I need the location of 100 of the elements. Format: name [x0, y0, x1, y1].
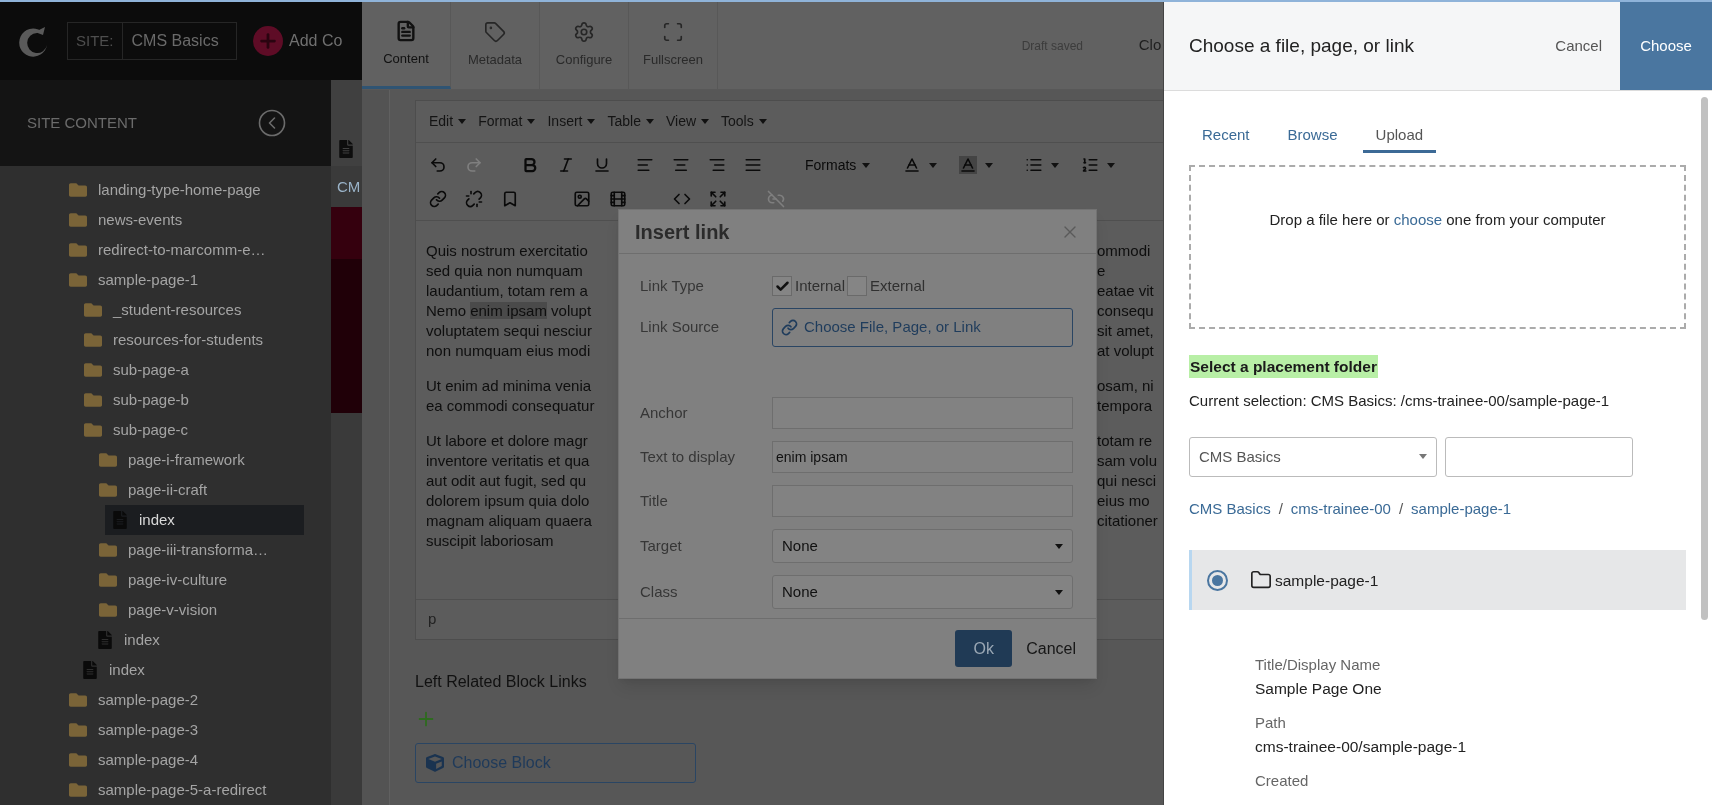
breadcrumb-link[interactable]: sample-page-1	[1411, 497, 1512, 521]
field-label: Link Source	[640, 317, 721, 338]
text-line: eatae vit	[1097, 281, 1154, 301]
tree-item[interactable]: sample-page-3	[60, 715, 304, 745]
text-line: ea commodi consequatur	[426, 396, 595, 416]
menu-item[interactable]: Format	[476, 111, 538, 132]
menu-item[interactable]: Table	[605, 111, 656, 132]
folder-icon	[68, 271, 88, 289]
folder-icon	[98, 601, 118, 619]
tree-item[interactable]: sub-page-a	[75, 355, 304, 385]
text-line: inventore veritatis et qua	[426, 451, 590, 471]
current-selection: Current selection: CMS Basics: /cms-trainee-00/sample-page-1	[1189, 391, 1611, 412]
text-line: tempora	[1097, 396, 1153, 416]
picker-tab[interactable]: Browse	[1274, 121, 1351, 153]
site-select[interactable]: CMS Basics	[1189, 436, 1437, 477]
menu-item[interactable]: View	[663, 111, 712, 132]
text-line: citationer	[1097, 511, 1158, 531]
dropzone-text: Drop a file here or choose one from your computer	[1269, 210, 1606, 230]
folder-row[interactable]: sample-page-1	[1189, 550, 1686, 611]
field-label: Title	[640, 490, 669, 511]
menu-item[interactable]: Tools	[719, 111, 769, 132]
dropzone[interactable]: Drop a file here or choose one from your computer	[1189, 165, 1686, 329]
tree-item[interactable]: sample-page-5-a-redirect	[60, 775, 304, 805]
tree-item[interactable]: index	[90, 625, 304, 655]
ok-button[interactable]: Ok	[955, 630, 1013, 667]
folder-icon	[83, 301, 103, 319]
plus-icon	[253, 26, 283, 56]
folder-icon	[98, 451, 118, 469]
caret-icon	[758, 119, 767, 124]
tree-item[interactable]: page-v-vision	[90, 595, 304, 625]
text-line: sam volu	[1097, 451, 1158, 471]
field-label: Link Type	[640, 275, 705, 296]
radio-button[interactable]	[1207, 569, 1228, 591]
close-button[interactable]: Clo	[1137, 34, 1163, 57]
tree-item[interactable]: sample-page-2	[60, 685, 304, 715]
tree-item[interactable]: sample-page-4	[60, 745, 304, 775]
dialog-title: Insert link	[635, 219, 730, 245]
menu-item[interactable]: Insert	[545, 111, 598, 132]
breadcrumb-link[interactable]: cms-trainee-00	[1290, 497, 1391, 521]
caret-icon	[527, 119, 536, 124]
scrollbar-thumb[interactable]	[1701, 97, 1708, 620]
formats-dropdown[interactable]: Formats	[801, 148, 875, 182]
text-line: magnam aliquam quaera	[426, 511, 592, 531]
picker-tab[interactable]: Upload	[1362, 121, 1437, 153]
document-icon	[395, 19, 417, 42]
checkbox[interactable]	[847, 276, 868, 296]
tree-item[interactable]: index	[105, 505, 304, 535]
checkbox[interactable]	[772, 276, 792, 296]
site-label: SITE:	[68, 23, 123, 59]
collapse-icon[interactable]	[257, 108, 287, 138]
placement-heading: Select a placement folder	[1189, 355, 1378, 379]
field-label: Target	[640, 535, 683, 556]
tree-item[interactable]: resources-for-students	[75, 325, 304, 355]
text-line: Nemo enim ipsam volupt	[426, 301, 592, 321]
folder-icon	[98, 571, 118, 589]
detail-label: Path	[1255, 713, 1287, 733]
caret-icon	[645, 119, 654, 124]
site-selector[interactable]: SITE: CMS Basics	[67, 22, 237, 60]
text-line: Ut labore et dolore magr	[426, 431, 588, 451]
tree-item[interactable]: page-iii-transforma…	[90, 535, 304, 565]
choose-link-button[interactable]: Choose File, Page, or Link	[772, 308, 1073, 347]
menu-item[interactable]: Edit	[427, 111, 469, 132]
folder-icon	[68, 751, 88, 769]
add-content-button[interactable]: Add Co	[253, 26, 343, 56]
checkbox-label: Internal	[795, 275, 846, 296]
tree-item[interactable]: page-iv-culture	[90, 565, 304, 595]
tree-item[interactable]: redirect-to-marcomm-e…	[60, 235, 304, 265]
text-field[interactable]: enim ipsam	[772, 441, 1073, 473]
text-line: non numquam eius modi	[426, 341, 591, 361]
text-line: ommodi	[1097, 241, 1151, 261]
folder-icon	[98, 481, 118, 499]
breadcrumb-link[interactable]: CMS Basics	[1189, 497, 1271, 521]
text-line: Ut enim ad minima venia	[426, 376, 592, 396]
select-field[interactable]: None	[772, 529, 1073, 563]
cancel-button[interactable]: Cancel	[1026, 636, 1076, 661]
tree-item[interactable]: sample-page-1	[60, 265, 304, 295]
folder-icon	[83, 421, 103, 439]
tree-item[interactable]: page-i-framework	[90, 445, 304, 475]
select-field[interactable]: None	[772, 575, 1073, 609]
cancel-button[interactable]: Cancel	[1555, 34, 1602, 58]
tree-item[interactable]: _student-resources	[75, 295, 304, 325]
select-value: CMS Basics	[1199, 446, 1281, 467]
choose-button[interactable]: Choose	[1620, 2, 1712, 90]
tree-item[interactable]: sub-page-c	[75, 415, 304, 445]
picker-tab[interactable]: Recent	[1189, 121, 1263, 153]
tree-item[interactable]: index	[75, 655, 304, 685]
text-line: sed quia non numquam	[426, 261, 583, 281]
folder-icon	[68, 241, 88, 259]
tree-item[interactable]: news-events	[60, 205, 304, 235]
text-line: totam re	[1097, 431, 1153, 451]
tree-item[interactable]: sub-page-b	[75, 385, 304, 415]
caret-icon	[929, 162, 938, 168]
editor-tab[interactable]: Content	[362, 2, 451, 89]
tree-item[interactable]: landing-type-home-page	[60, 175, 304, 205]
choose-link[interactable]: choose	[1393, 211, 1443, 228]
folder-search-field[interactable]	[1445, 436, 1633, 477]
detail-label: Title/Display Name	[1255, 655, 1382, 676]
text-line: voluptatem sequi nesciur	[426, 321, 592, 341]
tree-item[interactable]: page-ii-craft	[90, 475, 304, 505]
caret-icon	[1051, 162, 1060, 168]
